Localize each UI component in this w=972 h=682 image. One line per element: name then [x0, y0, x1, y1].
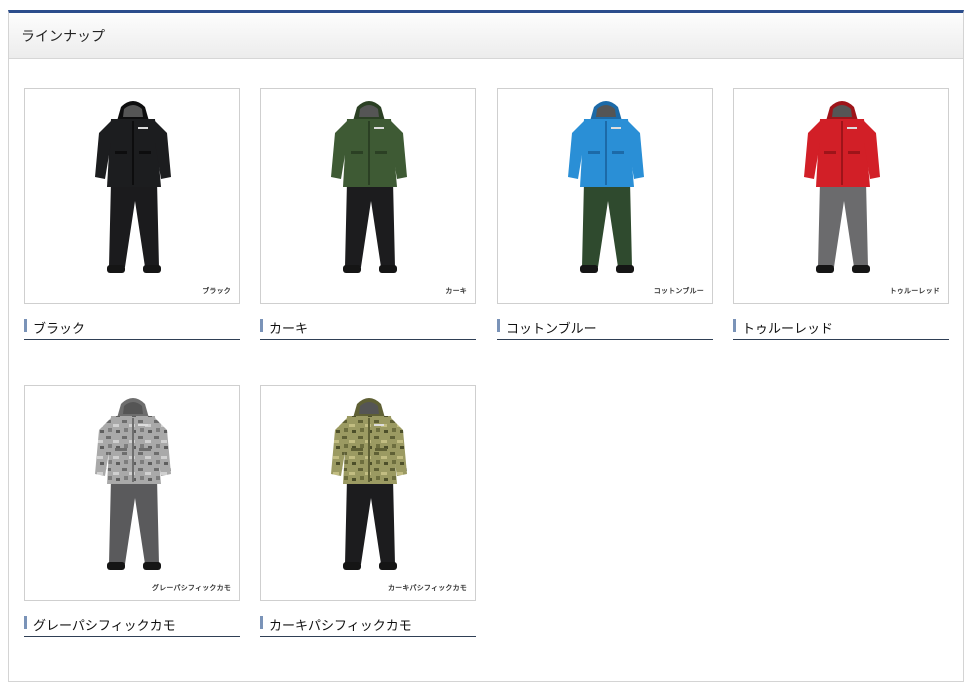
rainsuit [95, 398, 171, 570]
rainsuit [95, 101, 171, 273]
product-caption[interactable]: グレーパシフィックカモ [24, 615, 240, 637]
caption-marker [260, 616, 263, 629]
image-color-label: グレーパシフィックカモ [152, 584, 231, 592]
section-title: ラインナップ [21, 28, 105, 45]
caption-marker [733, 319, 736, 332]
rainsuit-illustration [804, 101, 880, 273]
product-image[interactable]: ブラック [24, 88, 240, 304]
caption-marker [24, 319, 27, 332]
product-card[interactable]: コットンブルー コットンブルー [497, 88, 713, 340]
product-caption[interactable]: ブラック [24, 318, 240, 340]
product-image[interactable]: コットンブルー [497, 88, 713, 304]
product-name[interactable]: カーキパシフィックカモ [269, 615, 412, 634]
rainsuit-illustration [568, 101, 644, 273]
product-card[interactable]: トゥルーレッド トゥルーレッド [733, 88, 949, 340]
caption-marker [24, 616, 27, 629]
section-header: ラインナップ [9, 13, 963, 59]
image-color-label: コットンブルー [653, 287, 704, 295]
caption-marker [497, 319, 500, 332]
rainsuit-illustration [331, 101, 407, 273]
product-card[interactable]: グレーパシフィックカモ グレーパシフィックカモ [24, 385, 240, 637]
product-card[interactable]: ブラック ブラック [24, 88, 240, 340]
rainsuit-illustration [331, 398, 407, 570]
product-name[interactable]: コットンブルー [506, 318, 597, 337]
product-card[interactable]: カーキ カーキ [260, 88, 476, 340]
image-color-label: カーキパシフィックカモ [387, 584, 467, 592]
product-image[interactable]: カーキパシフィックカモ [260, 385, 476, 601]
rainsuit [804, 101, 880, 273]
product-caption[interactable]: カーキパシフィックカモ [260, 615, 476, 637]
image-color-label: ブラック [202, 287, 231, 295]
product-image[interactable]: カーキ [260, 88, 476, 304]
rainsuit [331, 398, 407, 570]
image-color-label: カーキ [445, 287, 467, 295]
rainsuit-illustration [95, 101, 171, 273]
product-caption[interactable]: トゥルーレッド [733, 318, 949, 340]
caption-marker [260, 319, 263, 332]
product-card[interactable]: カーキパシフィックカモ カーキパシフィックカモ [260, 385, 476, 637]
rainsuit-illustration [95, 398, 171, 570]
product-name[interactable]: カーキ [269, 318, 308, 337]
rainsuit [331, 101, 407, 273]
product-caption[interactable]: カーキ [260, 318, 476, 340]
rainsuit [568, 101, 644, 273]
product-name[interactable]: グレーパシフィックカモ [33, 615, 176, 634]
product-caption[interactable]: コットンブルー [497, 318, 713, 340]
image-color-label: トゥルーレッド [889, 287, 940, 295]
product-image[interactable]: トゥルーレッド [733, 88, 949, 304]
product-name[interactable]: トゥルーレッド [742, 318, 833, 337]
product-image[interactable]: グレーパシフィックカモ [24, 385, 240, 601]
product-name[interactable]: ブラック [33, 318, 85, 337]
